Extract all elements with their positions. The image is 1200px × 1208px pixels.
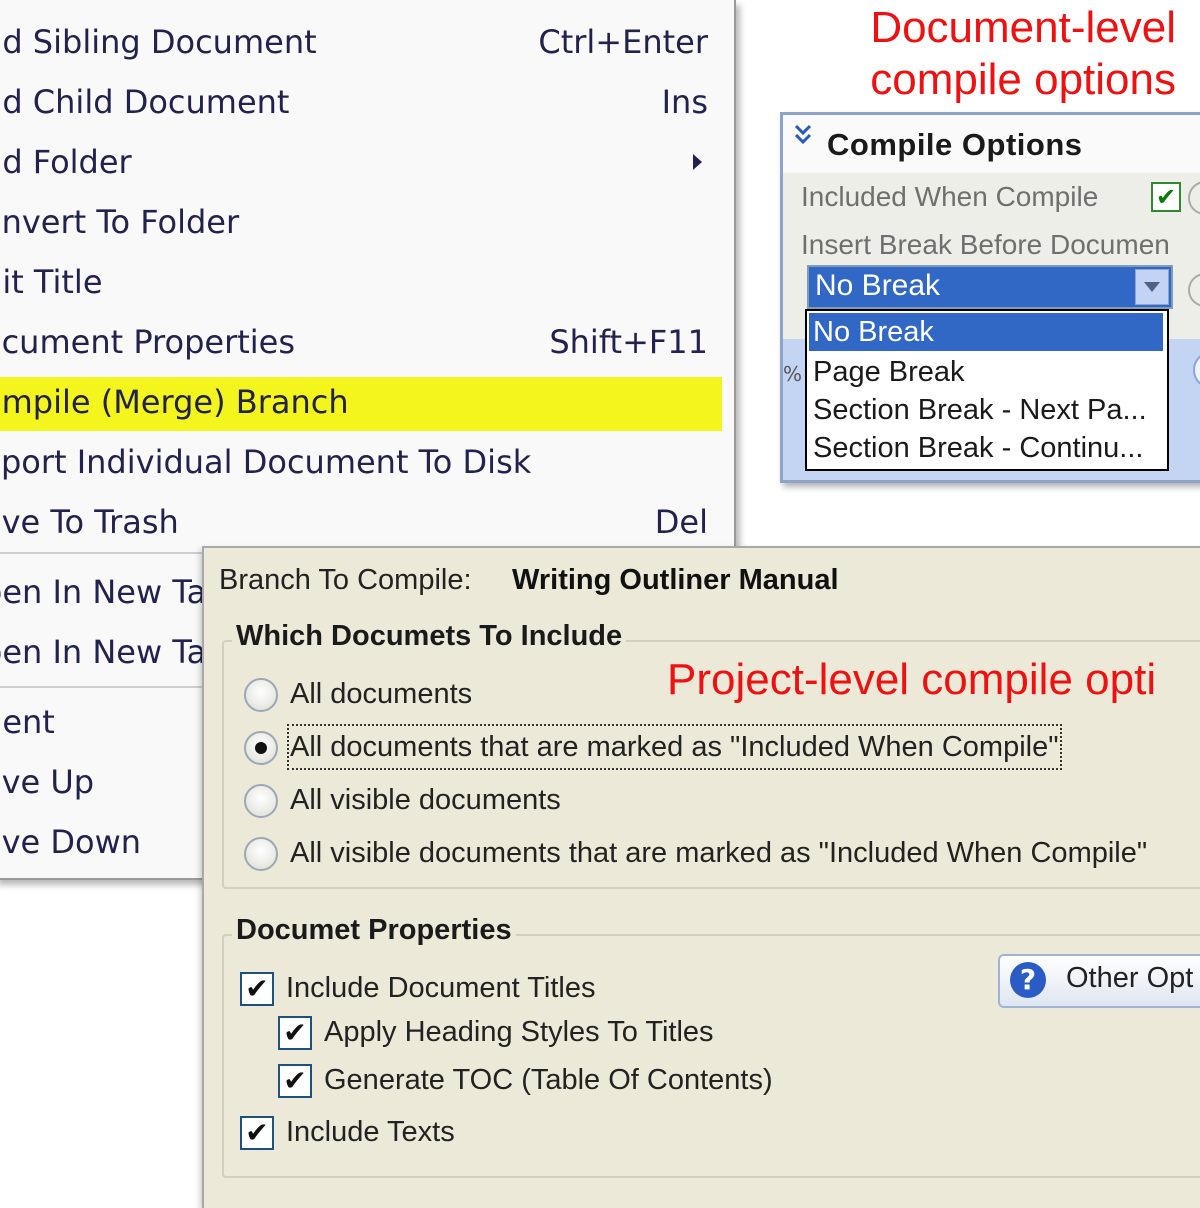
menu-item-convert-to-folder[interactable]: onvert To Folder — [0, 198, 722, 246]
dropdown-option-section-break-continuous[interactable]: Section Break - Continu... — [809, 429, 1163, 467]
radio-label: All visible documents that are marked as… — [290, 837, 1148, 869]
menu-item-label: dd Sibling Document — [0, 23, 317, 61]
panel-title: Compile Options — [827, 127, 1083, 162]
menu-item-label: xport Individual Document To Disk — [0, 443, 532, 481]
collapse-chevron-icon[interactable] — [793, 123, 813, 153]
branch-to-compile-value: Writing Outliner Manual — [512, 564, 839, 596]
checkbox-label: Apply Heading Styles To Titles — [324, 1016, 714, 1048]
compile-dialog: Branch To Compile: Writing Outliner Manu… — [202, 546, 1200, 1208]
menu-item-label: ocument Properties — [0, 323, 296, 361]
menu-item-move-to-trash[interactable]: ove To Trash Del — [0, 498, 722, 546]
menu-item-label: dit Title — [0, 263, 103, 301]
checkbox-label: Include Document Titles — [286, 972, 596, 1004]
checkbox[interactable]: ✔ — [240, 1116, 274, 1150]
radio-button[interactable] — [244, 837, 278, 871]
help-bubble-icon[interactable] — [1188, 181, 1200, 215]
menu-item-label: ove Down — [0, 823, 142, 861]
menu-item-add-folder[interactable]: dd Folder — [0, 138, 722, 186]
annotation-line-2: compile options — [870, 55, 1176, 104]
included-when-compile-checkbox[interactable]: ✔ — [1151, 182, 1181, 212]
menu-item-label: ove Up — [0, 763, 95, 801]
checkbox[interactable]: ✔ — [240, 972, 274, 1006]
insert-break-select[interactable]: No Break — [807, 265, 1173, 309]
help-question-icon: ? — [1010, 962, 1046, 998]
group-title: Which Documets To Include — [232, 620, 627, 653]
menu-item-add-sibling-document[interactable]: dd Sibling Document Ctrl+Enter — [0, 18, 722, 66]
annotation-project-level: Project-level compile opti — [667, 655, 1157, 704]
menu-item-document-properties[interactable]: ocument Properties Shift+F11 — [0, 318, 722, 366]
menu-item-edit-title[interactable]: dit Title — [0, 258, 722, 306]
menu-item-label: onvert To Folder — [0, 203, 240, 241]
menu-item-add-child-document[interactable]: dd Child Document Ins — [0, 78, 722, 126]
help-bubble-icon[interactable] — [1188, 273, 1200, 307]
select-value: No Break — [815, 269, 941, 302]
dropdown-arrow-icon[interactable] — [1135, 269, 1169, 305]
other-options-button[interactable]: ? Other Opt — [998, 954, 1200, 1008]
menu-item-shortcut: Del — [654, 503, 708, 541]
radio-button[interactable] — [244, 784, 278, 818]
menu-item-compile-branch[interactable]: ompile (Merge) Branch — [0, 377, 722, 431]
insert-break-dropdown-list: No Break Page Break Section Break - Next… — [805, 309, 1169, 471]
group-title: Documet Properties — [232, 914, 516, 947]
checkbox[interactable]: ✔ — [278, 1016, 312, 1050]
checkbox-label: Generate TOC (Table Of Contents) — [324, 1064, 773, 1096]
branch-to-compile-label: Branch To Compile: — [219, 564, 472, 596]
menu-item-label: ompile (Merge) Branch — [0, 383, 349, 421]
annotation-document-level: Document-level compile options — [836, 2, 1176, 106]
menu-item-shortcut: Ins — [661, 83, 708, 121]
menu-item-label: dent — [0, 703, 55, 741]
insert-break-label: Insert Break Before Documen — [801, 229, 1170, 260]
menu-item-label: dd Child Document — [0, 83, 290, 121]
dropdown-option-no-break[interactable]: No Break — [809, 313, 1163, 351]
menu-item-export-document[interactable]: xport Individual Document To Disk — [0, 438, 722, 486]
dropdown-option-page-break[interactable]: Page Break — [809, 353, 1163, 391]
radio-button-selected[interactable] — [244, 731, 278, 765]
menu-item-label: dd Folder — [0, 143, 132, 181]
included-when-compile-label: Included When Compile — [801, 181, 1099, 212]
annotation-line-1: Document-level — [870, 3, 1176, 52]
zoom-marker: % — [783, 362, 803, 386]
radio-label: All documents — [290, 678, 473, 710]
radio-label: All documents that are marked as "Includ… — [287, 724, 1062, 770]
submenu-arrow-icon — [693, 154, 702, 170]
dropdown-option-section-break-next[interactable]: Section Break - Next Pa... — [809, 391, 1163, 429]
menu-item-label: pen In New Ta — [0, 633, 207, 671]
panel-header[interactable]: Compile Options — [783, 115, 1200, 173]
menu-item-shortcut: Ctrl+Enter — [538, 23, 708, 61]
menu-item-shortcut: Shift+F11 — [549, 323, 708, 361]
checkbox-label: Include Texts — [286, 1116, 455, 1148]
other-options-label: Other Opt — [1066, 962, 1194, 994]
menu-item-label: ove To Trash — [0, 503, 179, 541]
radio-label: All visible documents — [290, 784, 561, 816]
radio-button[interactable] — [244, 678, 278, 712]
menu-item-label: pen In New Ta — [0, 573, 207, 611]
checkbox[interactable]: ✔ — [278, 1064, 312, 1098]
